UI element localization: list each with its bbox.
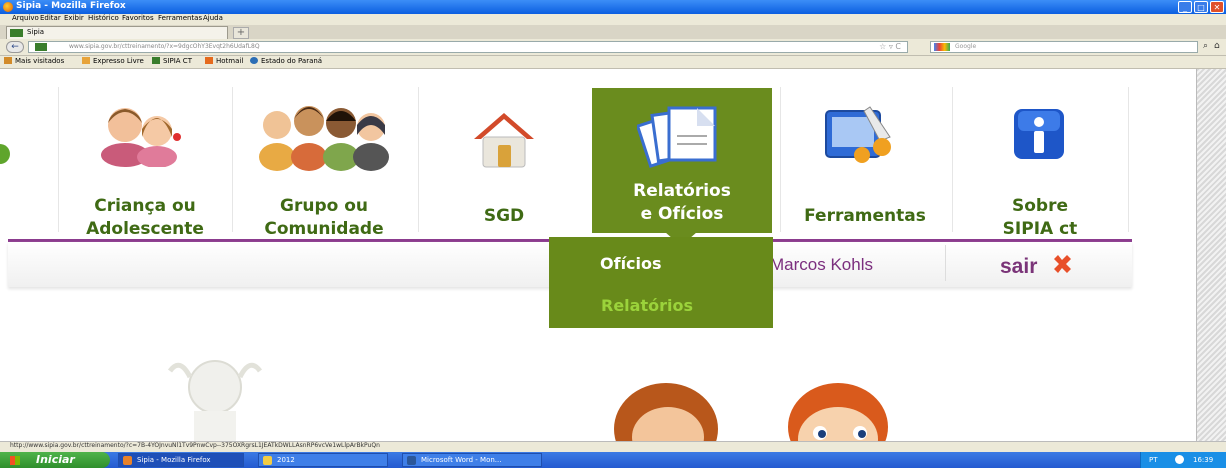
new-tab-button[interactable]: + — [233, 27, 249, 39]
menu-item-relatorios[interactable]: Relatórios — [601, 296, 693, 315]
vertical-scrollbar[interactable] — [1196, 69, 1226, 441]
task-firefox[interactable]: Sipia - Mozilla Firefox — [118, 453, 244, 467]
google-icon — [934, 43, 950, 51]
bookmark-mais-visitados[interactable]: Mais visitados — [4, 57, 64, 65]
dropdown-menu: Ofícios Relatórios — [549, 237, 773, 328]
clock: 16:39 — [1193, 456, 1214, 464]
page-content: Criança ou Adolescente Grupo ou Comunidade… — [0, 69, 1196, 441]
folder-icon — [4, 57, 12, 64]
group-icon — [259, 106, 389, 171]
start-button[interactable]: Iniciar — [0, 452, 110, 468]
task-label: 2012 — [277, 456, 295, 464]
nav-label: Sobre SIPIA ct — [1002, 196, 1078, 239]
logout-button[interactable]: sair — [1000, 253, 1073, 279]
menu-exibir[interactable]: Exibir — [64, 14, 84, 22]
bookmark-label: Estado do Paraná — [261, 57, 323, 65]
logout-label: sair — [1000, 255, 1038, 278]
search-input[interactable]: Google — [930, 41, 1198, 53]
tools-icon — [825, 106, 891, 163]
menu-ferramentas[interactable]: Ferramentas — [158, 14, 202, 22]
menu-bar: Arquivo Editar Exibir Histórico Favorito… — [0, 14, 1226, 25]
status-bar: http://www.sipia.gov.br/cttreinamento/?c… — [0, 441, 1226, 452]
nav-label: SGD — [483, 206, 525, 226]
site-favicon-icon — [10, 29, 23, 37]
task-word[interactable]: Microsoft Word - Mon... — [402, 453, 542, 467]
bookmark-hotmail[interactable]: Hotmail — [205, 57, 243, 65]
previous-nav-icon[interactable] — [0, 144, 10, 164]
menu-editar[interactable]: Editar — [40, 14, 61, 22]
bookmark-icon — [82, 57, 90, 64]
window-title: Sipia - Mozilla Firefox — [16, 1, 126, 11]
bookmark-star-icon[interactable]: ☆ ▿ C — [879, 42, 901, 51]
bookmark-sipia-ct[interactable]: SIPIA CT — [152, 57, 192, 65]
start-label: Iniciar — [36, 453, 75, 466]
menu-favoritos[interactable]: Favoritos — [122, 14, 154, 22]
nav-label: Ferramentas — [804, 206, 926, 226]
bookmark-estado-parana[interactable]: Estado do Paraná — [250, 57, 322, 65]
nav-separator — [418, 87, 419, 232]
nav-relatorios-oficios[interactable]: Relatórios e Ofícios — [592, 88, 772, 233]
tab-label: Sipia — [27, 28, 45, 36]
magnifier-icon[interactable]: ⌕ — [1203, 41, 1208, 51]
tray-icon[interactable] — [1175, 455, 1184, 464]
bookmark-icon — [152, 57, 160, 64]
firefox-icon — [123, 456, 132, 465]
status-url: http://www.sipia.gov.br/cttreinamento/?c… — [10, 442, 380, 449]
firefox-icon — [3, 2, 13, 12]
children-icon — [101, 108, 181, 167]
faded-child-illustration — [167, 360, 263, 441]
nav-separator — [952, 87, 953, 232]
nav-separator — [232, 87, 233, 232]
close-x-icon — [1054, 255, 1072, 273]
url-bar[interactable]: www.sipia.gov.br/cttreinamento/?x=9dgcOh… — [28, 41, 908, 53]
info-icon — [1014, 109, 1064, 159]
nav-sobre-sipia[interactable]: Sobre SIPIA ct — [965, 87, 1115, 239]
system-tray: PT 16:39 — [1140, 452, 1226, 468]
task-label: Sipia - Mozilla Firefox — [137, 456, 211, 464]
kids-illustration — [614, 383, 888, 441]
bookmark-expresso-livre[interactable]: Expresso Livre — [82, 57, 144, 65]
bookmark-label: Hotmail — [216, 57, 244, 65]
menu-ajuda[interactable]: Ajuda — [203, 14, 223, 22]
nav-ferramentas[interactable]: Ferramentas — [790, 87, 940, 232]
user-name: Marcos Kohls — [770, 255, 873, 274]
nav-separator — [1128, 87, 1129, 232]
nav-label: Criança ou Adolescente — [86, 196, 204, 239]
bookmarks-bar: Mais visitados Expresso Livre SIPIA CT H… — [0, 56, 1226, 69]
url-text: www.sipia.gov.br/cttreinamento/?x=9dgcOh… — [69, 43, 260, 50]
bookmark-label: Expresso Livre — [93, 57, 144, 65]
nav-label: Grupo ou Comunidade — [264, 196, 384, 239]
tab-sipia[interactable]: Sipia — [6, 26, 228, 39]
menu-item-oficios[interactable]: Ofícios — [600, 254, 662, 273]
windows-flag-icon — [10, 456, 20, 465]
house-icon — [474, 113, 534, 168]
documents-icon — [637, 106, 717, 168]
menu-historico[interactable]: Histórico — [88, 14, 119, 22]
task-folder-2012[interactable]: 2012 — [258, 453, 388, 467]
nav-separator — [780, 87, 781, 232]
home-icon[interactable]: ⌂ — [1214, 41, 1220, 51]
maximize-button[interactable]: □ — [1194, 1, 1208, 13]
site-identity-icon — [35, 43, 47, 51]
bookmark-icon — [205, 57, 213, 64]
word-icon — [407, 456, 416, 465]
nav-grupo-comunidade[interactable]: Grupo ou Comunidade — [249, 87, 399, 239]
nav-crianca-adolescente[interactable]: Criança ou Adolescente — [70, 87, 220, 239]
close-window-button[interactable]: ✕ — [1210, 1, 1224, 13]
folder-icon — [263, 456, 272, 465]
minimize-button[interactable]: _ — [1178, 1, 1192, 13]
globe-icon — [250, 57, 258, 64]
nav-sgd[interactable]: SGD — [429, 87, 579, 232]
window-title-bar: Sipia - Mozilla Firefox _ □ ✕ — [0, 0, 1226, 14]
user-bar-divider — [945, 245, 946, 281]
bookmark-label: SIPIA CT — [163, 57, 192, 65]
back-button[interactable]: ← — [6, 41, 24, 53]
task-label: Microsoft Word - Mon... — [421, 456, 502, 464]
search-placeholder: Google — [955, 43, 977, 50]
bookmark-label: Mais visitados — [15, 57, 65, 65]
menu-arquivo[interactable]: Arquivo — [12, 14, 39, 22]
language-indicator[interactable]: PT — [1149, 456, 1158, 464]
nav-separator — [58, 87, 59, 232]
nav-label: Relatórios e Ofícios — [633, 181, 731, 224]
